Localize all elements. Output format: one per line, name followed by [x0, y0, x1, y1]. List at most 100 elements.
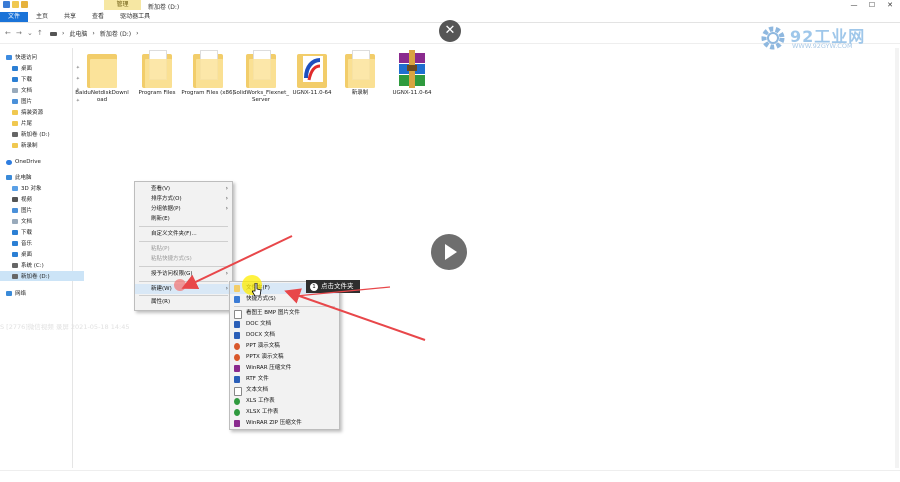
folder-icon [12, 109, 18, 115]
submenu-item-xlsx[interactable]: XLSX 工作表 [230, 407, 339, 418]
drive-icon [12, 262, 18, 268]
excel-icon [234, 398, 240, 405]
file-name: Program Files [138, 90, 176, 96]
sidebar-item-music[interactable]: 音乐 [0, 238, 84, 248]
computer-icon [6, 174, 12, 180]
back-arrow-icon[interactable]: ← [5, 29, 11, 37]
sidebar-item-drive-d-quick[interactable]: 新加卷 (D:) [0, 129, 84, 139]
drive-icon [12, 273, 18, 279]
menu-item-refresh[interactable]: 刷新(E) [135, 214, 232, 224]
file-name: Program Files (x86) [181, 90, 235, 96]
sidebar-item-onedrive[interactable]: OneDrive [0, 157, 78, 167]
star-icon [6, 54, 12, 60]
file-name: SolidWorks_Flexnet_Server [233, 90, 289, 103]
sidebar-item-quick-access[interactable]: 快速访问 [0, 52, 78, 62]
navigation-pane: 快速访问 桌面 ✦ 下载 ✦ 文档 ✦ 图片 ✦ 搞装资源 片尾 新加卷 (D:) 新录… [0, 48, 84, 468]
sidebar-item-documents-pc[interactable]: 文档 [0, 216, 84, 226]
folder-icon[interactable] [12, 1, 19, 8]
submenu-item-rtf[interactable]: RTF 文件 [230, 374, 339, 385]
desktop-icon [12, 251, 18, 257]
drive-icon [12, 131, 18, 137]
menu-item-paste-shortcut[interactable]: 粘贴快捷方式(S) [135, 254, 232, 264]
sidebar-item-downloads-pc[interactable]: 下载 [0, 227, 84, 237]
menu-separator [139, 295, 228, 296]
chevron-down-icon[interactable]: ⌄ [27, 29, 33, 37]
breadcrumb-this-pc[interactable]: 此电脑 [69, 29, 87, 38]
chevron-right-icon: › [225, 185, 228, 192]
sidebar-item-videos[interactable]: 视频 [0, 194, 84, 204]
sidebar-item-network[interactable]: 网络 [0, 288, 78, 298]
music-icon [12, 240, 18, 246]
submenu-item-bmp[interactable]: 看图王 BMP 图片文件 [230, 308, 339, 319]
sidebar-item-pictures[interactable]: 图片 ✦ [0, 96, 84, 106]
file-item[interactable]: UGNX-11.0-64 [384, 50, 440, 97]
sidebar-item-drive-d[interactable]: 新加卷 (D:) [0, 271, 84, 281]
menu-item-paste[interactable]: 粘贴(P) [135, 244, 232, 254]
tab-home[interactable]: 主页 [28, 12, 56, 22]
picture-icon [12, 98, 18, 104]
sidebar-item-desktop-pc[interactable]: 桌面 [0, 249, 84, 259]
sidebar-item-resources[interactable]: 搞装资源 [0, 107, 84, 117]
sidebar-item-this-pc[interactable]: 此电脑 [0, 172, 78, 182]
submenu-item-docx[interactable]: DOCX 文档 [230, 330, 339, 341]
up-arrow-icon[interactable]: ↑ [37, 29, 43, 37]
watermark: 92工业网 WWW.92GYW.COM [760, 23, 880, 53]
close-window-icon[interactable]: ✕ [884, 0, 896, 10]
status-bar [0, 470, 900, 482]
breadcrumb-drive-d[interactable]: 新加卷 (D:) [100, 29, 131, 38]
click-indicator [174, 279, 186, 291]
submenu-item-ppt[interactable]: PPT 演示文稿 [230, 341, 339, 352]
sidebar-item-documents[interactable]: 文档 ✦ [0, 85, 84, 95]
file-name: BaiduNetdiskDownload [75, 90, 129, 103]
folder-icon [297, 50, 327, 88]
forward-arrow-icon[interactable]: → [16, 29, 22, 37]
menu-item-give-access[interactable]: 授予访问权限(G) › [135, 269, 232, 279]
video-icon [12, 196, 18, 202]
close-icon[interactable]: ✕ [439, 20, 461, 42]
powerpoint-icon [234, 354, 240, 361]
new-folder-icon[interactable] [21, 1, 28, 8]
file-item[interactable]: Program Files [129, 50, 185, 97]
submenu-item-shortcut[interactable]: 快捷方式(S) [230, 294, 339, 305]
sidebar-item-desktop[interactable]: 桌面 ✦ [0, 63, 84, 73]
submenu-item-winrar-zip[interactable]: WinRAR ZIP 压缩文件 [230, 418, 339, 429]
computer-icon [50, 31, 57, 36]
file-item[interactable]: BaiduNetdiskDownload [74, 50, 130, 104]
tab-view[interactable]: 查看 [84, 12, 112, 22]
submenu-item-doc[interactable]: DOC 文档 [230, 319, 339, 330]
menu-item-properties[interactable]: 属性(R) [135, 297, 232, 307]
submenu-item-pptx[interactable]: PPTX 演示文稿 [230, 352, 339, 363]
vertical-scrollbar[interactable] [895, 48, 899, 468]
network-icon [6, 290, 12, 296]
app-icon [3, 1, 10, 8]
file-item[interactable]: 新录制 [332, 50, 388, 97]
tab-share[interactable]: 共享 [56, 12, 84, 22]
menu-item-view[interactable]: 查看(V) › [135, 184, 232, 194]
menu-item-group-by[interactable]: 分组依据(P) › [135, 204, 232, 214]
minimize-icon[interactable]: — [848, 0, 860, 10]
sidebar-item-ending[interactable]: 片尾 [0, 118, 84, 128]
menu-separator [139, 266, 228, 267]
play-icon[interactable] [431, 234, 467, 270]
sidebar-item-3d-objects[interactable]: 3D 对象 [0, 183, 84, 193]
submenu-item-winrar[interactable]: WinRAR 压缩文件 [230, 363, 339, 374]
file-item[interactable]: Program Files (x86) [180, 50, 236, 97]
submenu-item-xls[interactable]: XLS 工作表 [230, 396, 339, 407]
file-item[interactable]: SolidWorks_Flexnet_Server [233, 50, 289, 104]
sidebar-item-downloads[interactable]: 下载 ✦ [0, 74, 84, 84]
powerpoint-icon [234, 343, 240, 350]
gear-logo-icon [761, 26, 785, 50]
sidebar-item-pictures-pc[interactable]: 图片 [0, 205, 84, 215]
step-number: 1 [310, 282, 318, 291]
sidebar-item-drive-c[interactable]: 系统 (C:) [0, 260, 84, 270]
menu-separator [234, 306, 335, 307]
sidebar-item-new-recording[interactable]: 新录制 [0, 140, 84, 150]
submenu-item-text[interactable]: 文本文档 [230, 385, 339, 396]
tab-file[interactable]: 文件 [0, 12, 29, 22]
menu-item-sort-by[interactable]: 排序方式(O) › [135, 194, 232, 204]
cube-icon [12, 185, 18, 191]
menu-item-customize-folder[interactable]: 自定义文件夹(F)... [135, 229, 232, 239]
maximize-icon[interactable]: ☐ [866, 0, 878, 10]
manage-tab[interactable]: 管理 [104, 0, 141, 10]
tab-drive-tools[interactable]: 驱动器工具 [112, 12, 158, 22]
